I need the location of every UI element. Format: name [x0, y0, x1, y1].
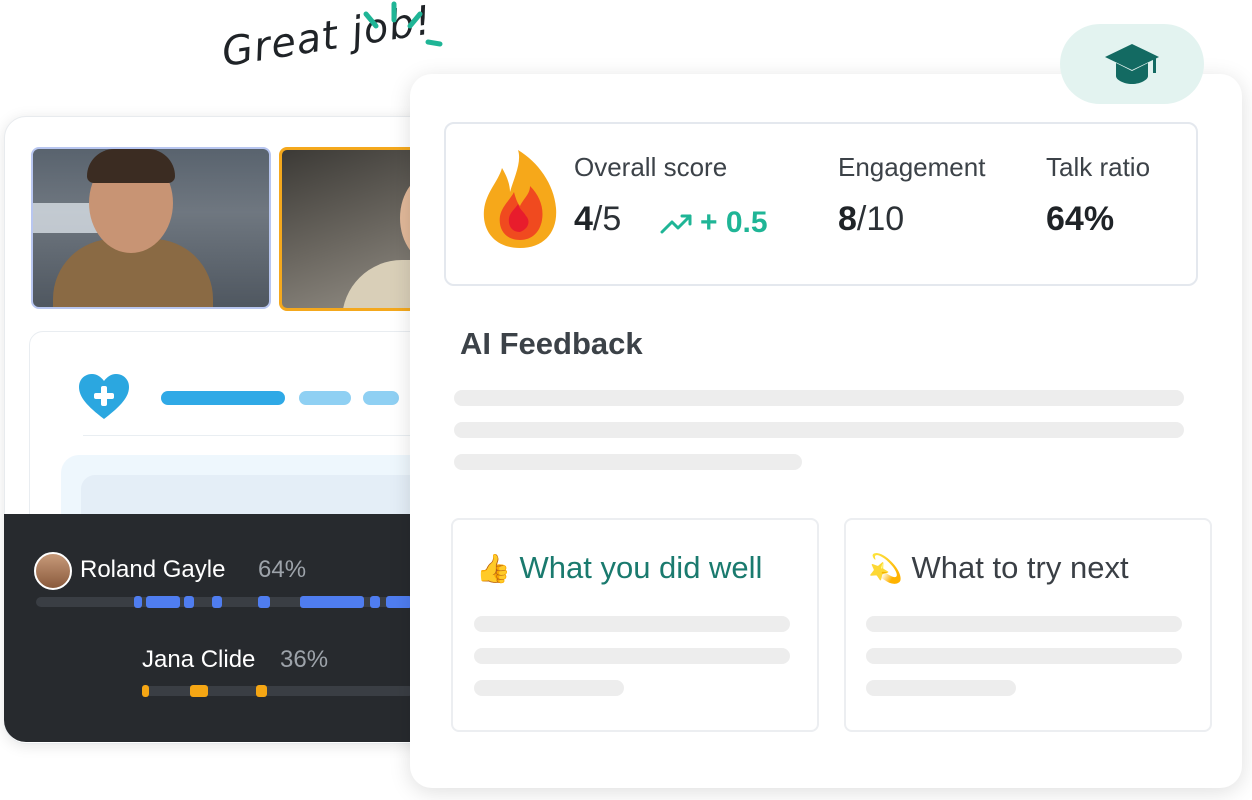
talk-ratio-value: 64% [1046, 200, 1115, 238]
speech-segment [256, 685, 267, 697]
heart-plus-icon [79, 374, 129, 419]
engagement-label: Engagement [838, 152, 986, 182]
overall-score-label: Overall score [574, 152, 728, 182]
sparkle-icon [363, 1, 443, 47]
text-placeholder [454, 390, 1184, 406]
talk-ratio-label: Talk ratio [1046, 152, 1151, 182]
trend-up-icon [660, 214, 692, 234]
speech-segment [146, 596, 180, 608]
speech-segment [142, 685, 149, 697]
speech-segment [190, 685, 208, 697]
speaker-timeline-panel [4, 514, 474, 742]
ai-feedback-title: AI Feedback [460, 326, 643, 361]
timeline-track-jana [142, 686, 414, 696]
progress-pill [363, 391, 399, 405]
speech-segment [300, 596, 364, 608]
speaker-name-jana: Jana Clide [142, 646, 256, 673]
text-placeholder [454, 454, 802, 470]
learning-badge[interactable] [1060, 24, 1204, 104]
engagement-value: 8/10 [838, 200, 905, 238]
score-delta: + 0.5 [700, 206, 768, 239]
speech-segment [386, 596, 412, 608]
progress-pill [299, 391, 351, 405]
try-next-title: 💫 What to try next [868, 550, 1129, 585]
progress-pill [161, 391, 285, 405]
speech-segment [258, 596, 270, 608]
speech-segment [134, 596, 142, 608]
speaker-share-jana: 36% [280, 646, 329, 673]
text-placeholder [474, 648, 790, 664]
text-placeholder [474, 680, 624, 696]
speech-segment [184, 596, 194, 608]
text-placeholder [866, 616, 1182, 632]
dizzy-icon: 💫 [868, 553, 903, 584]
speech-segment [370, 596, 380, 608]
overall-score-value: 4/5 [574, 200, 622, 238]
speech-segment [212, 596, 222, 608]
graduation-cap-icon [1105, 44, 1159, 84]
text-placeholder [866, 648, 1182, 664]
flame-icon [483, 150, 557, 248]
text-placeholder [454, 422, 1184, 438]
thumbs-up-icon: 👍 [476, 553, 511, 584]
text-placeholder [866, 680, 1016, 696]
participant-video-roland[interactable] [31, 147, 271, 309]
text-placeholder [474, 616, 790, 632]
avatar [34, 552, 72, 590]
speaker-share-roland: 64% [258, 556, 307, 583]
person-hair [87, 149, 175, 183]
did-well-title: 👍 What you did well [476, 550, 763, 585]
speaker-name-roland: Roland Gayle [80, 556, 226, 583]
